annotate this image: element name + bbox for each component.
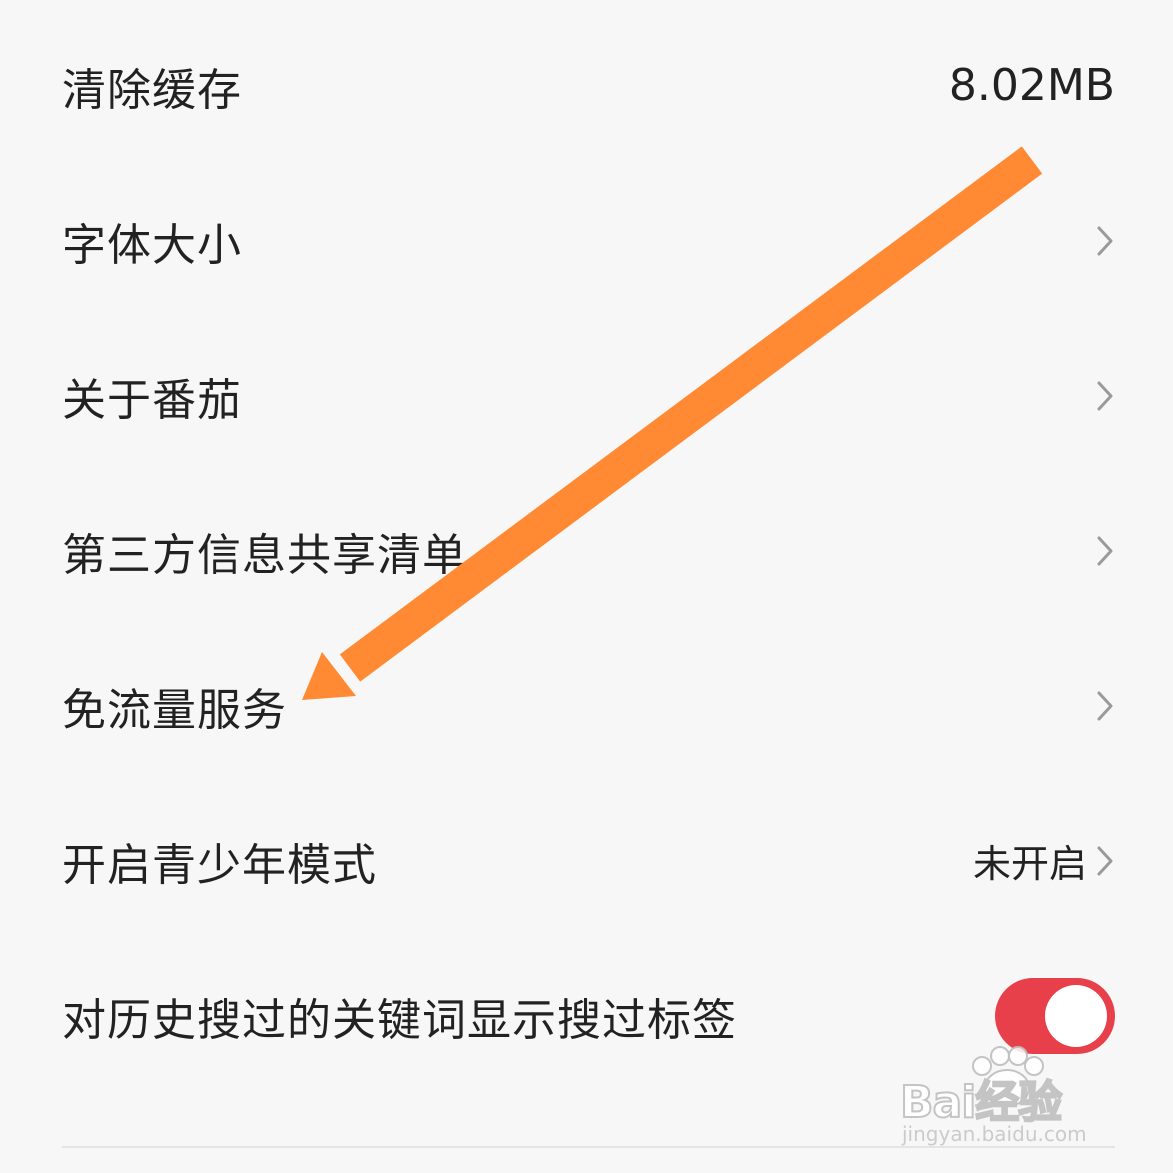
free-data-service-label: 免流量服务 bbox=[62, 684, 287, 736]
setting-row-youth-mode[interactable]: 开启青少年模式 未开启 bbox=[0, 783, 1173, 938]
chevron-right-icon bbox=[1095, 844, 1115, 878]
chevron-right-icon bbox=[1095, 534, 1115, 568]
setting-row-third-party-sharing[interactable]: 第三方信息共享清单 bbox=[0, 473, 1173, 628]
toggle-knob bbox=[1045, 984, 1107, 1047]
youth-mode-label: 开启青少年模式 bbox=[62, 839, 377, 891]
youth-mode-state: 未开启 bbox=[972, 842, 1087, 886]
youth-mode-right: 未开启 bbox=[973, 833, 1115, 888]
cache-size-value: 8.02MB bbox=[948, 60, 1115, 111]
chevron-right-icon bbox=[1095, 224, 1115, 258]
divider bbox=[62, 1146, 1115, 1148]
setting-row-clear-cache[interactable]: 清除缓存 8.02MB bbox=[0, 8, 1173, 163]
font-size-right bbox=[1095, 224, 1115, 258]
third-party-sharing-label: 第三方信息共享清单 bbox=[62, 529, 467, 581]
search-history-tag-right bbox=[995, 977, 1115, 1054]
setting-row-free-data-service[interactable]: 免流量服务 bbox=[0, 628, 1173, 783]
chevron-right-icon bbox=[1095, 689, 1115, 723]
setting-row-search-history-tag: 对历史搜过的关键词显示搜过标签 bbox=[0, 938, 1173, 1093]
font-size-label: 字体大小 bbox=[62, 219, 242, 271]
free-data-service-right bbox=[1095, 689, 1115, 723]
chevron-right-icon bbox=[1095, 379, 1115, 413]
settings-list: 清除缓存 8.02MB 字体大小 关于番茄 第三方信息共享清单 免流量服务 开启… bbox=[0, 0, 1173, 1173]
search-history-tag-toggle[interactable] bbox=[995, 977, 1115, 1054]
clear-cache-label: 清除缓存 bbox=[62, 64, 242, 116]
about-label: 关于番茄 bbox=[62, 374, 242, 426]
search-history-tag-label: 对历史搜过的关键词显示搜过标签 bbox=[62, 994, 737, 1046]
clear-cache-right: 8.02MB bbox=[949, 60, 1115, 111]
about-right bbox=[1095, 379, 1115, 413]
third-party-sharing-right bbox=[1095, 534, 1115, 568]
setting-row-font-size[interactable]: 字体大小 bbox=[0, 163, 1173, 318]
setting-row-about[interactable]: 关于番茄 bbox=[0, 318, 1173, 473]
